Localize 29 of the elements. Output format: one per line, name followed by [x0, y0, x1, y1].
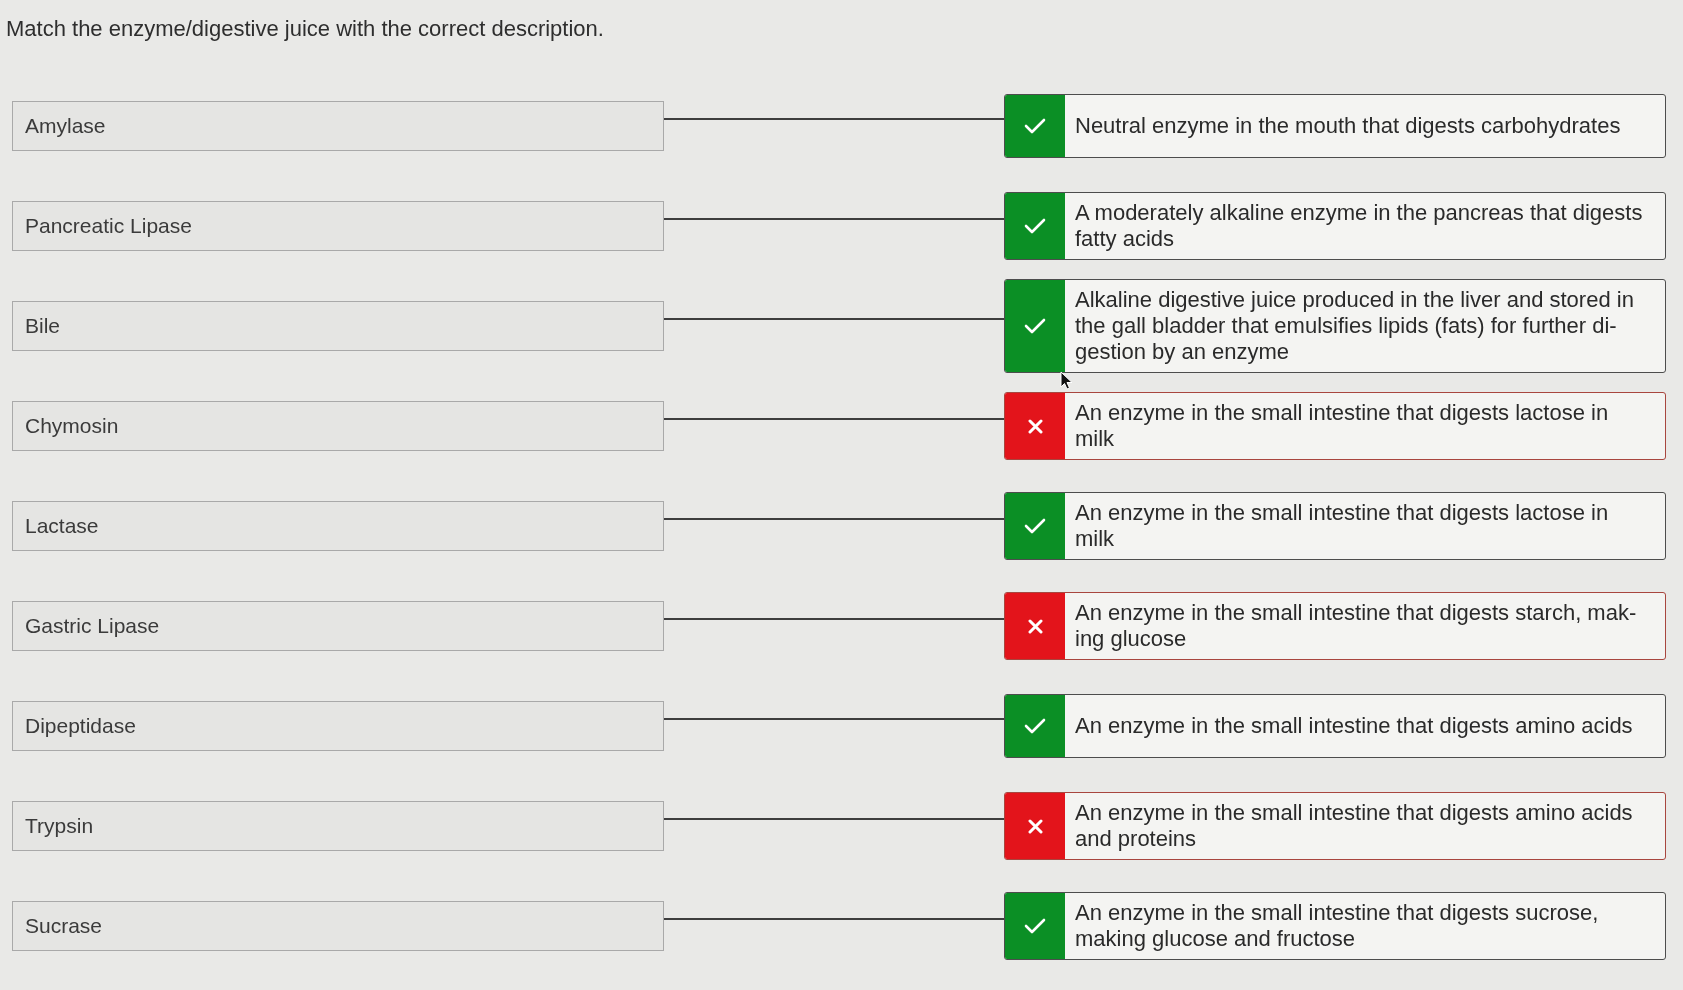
- answer-card[interactable]: An enzyme in the small intestine that digests sucrose, making glucose and fructose: [1004, 892, 1666, 960]
- question-text: Match the enzyme/digestive juice with the correct description.: [6, 16, 604, 42]
- answer-card[interactable]: An enzyme in the small intestine that digests lactose in milk: [1004, 492, 1666, 560]
- term-item[interactable]: Pancreatic Lipase: [12, 201, 664, 251]
- answer-text: Neutral enzyme in the mouth that digests carbohydrates: [1074, 112, 1622, 140]
- answer-card[interactable]: Alkaline digestive juice produced in the liver and stored in the gall bladder that emulsifies lipids (fats) for further di- gestion by an enzyme: [1004, 279, 1666, 373]
- answer-card[interactable]: An enzyme in the small intestine that digests amino acids and proteins: [1004, 792, 1666, 860]
- answer-text: Alkaline digestive juice produced in the liver and stored in the gall bladder that emulsifies lipids (fats) for further di- gestion by an enzyme: [1074, 286, 1635, 366]
- term-item[interactable]: Sucrase: [12, 901, 664, 951]
- answer-text: An enzyme in the small intestine that digests amino acids: [1074, 712, 1634, 740]
- answer-text: An enzyme in the small intestine that digests lactose in milk: [1074, 499, 1610, 553]
- answer-text: An enzyme in the small intestine that digests amino acids and proteins: [1074, 799, 1634, 853]
- answer-card[interactable]: An enzyme in the small intestine that digests lactose in milk: [1004, 392, 1666, 460]
- cursor-icon: [1060, 371, 1073, 390]
- answer-card[interactable]: An enzyme in the small intestine that digests starch, mak- ing glucose: [1004, 592, 1666, 660]
- answer-card[interactable]: An enzyme in the small intestine that digests amino acids: [1004, 694, 1666, 758]
- answer-text: An enzyme in the small intestine that digests lactose in milk: [1074, 399, 1610, 453]
- term-item[interactable]: Chymosin: [12, 401, 664, 451]
- answer-text: An enzyme in the small intestine that digests sucrose, making glucose and fructose: [1074, 899, 1600, 953]
- term-item[interactable]: Trypsin: [12, 801, 664, 851]
- answer-card[interactable]: Neutral enzyme in the mouth that digests carbohydrates: [1004, 94, 1666, 158]
- answer-card[interactable]: A moderately alkaline enzyme in the pancreas that digests fatty acids: [1004, 192, 1666, 260]
- term-item[interactable]: Gastric Lipase: [12, 601, 664, 651]
- answer-text: An enzyme in the small intestine that digests starch, mak- ing glucose: [1074, 599, 1638, 653]
- term-item[interactable]: Lactase: [12, 501, 664, 551]
- term-item[interactable]: Amylase: [12, 101, 664, 151]
- answer-text: A moderately alkaline enzyme in the pancreas that digests fatty acids: [1074, 199, 1644, 253]
- term-item[interactable]: Dipeptidase: [12, 701, 664, 751]
- term-item[interactable]: Bile: [12, 301, 664, 351]
